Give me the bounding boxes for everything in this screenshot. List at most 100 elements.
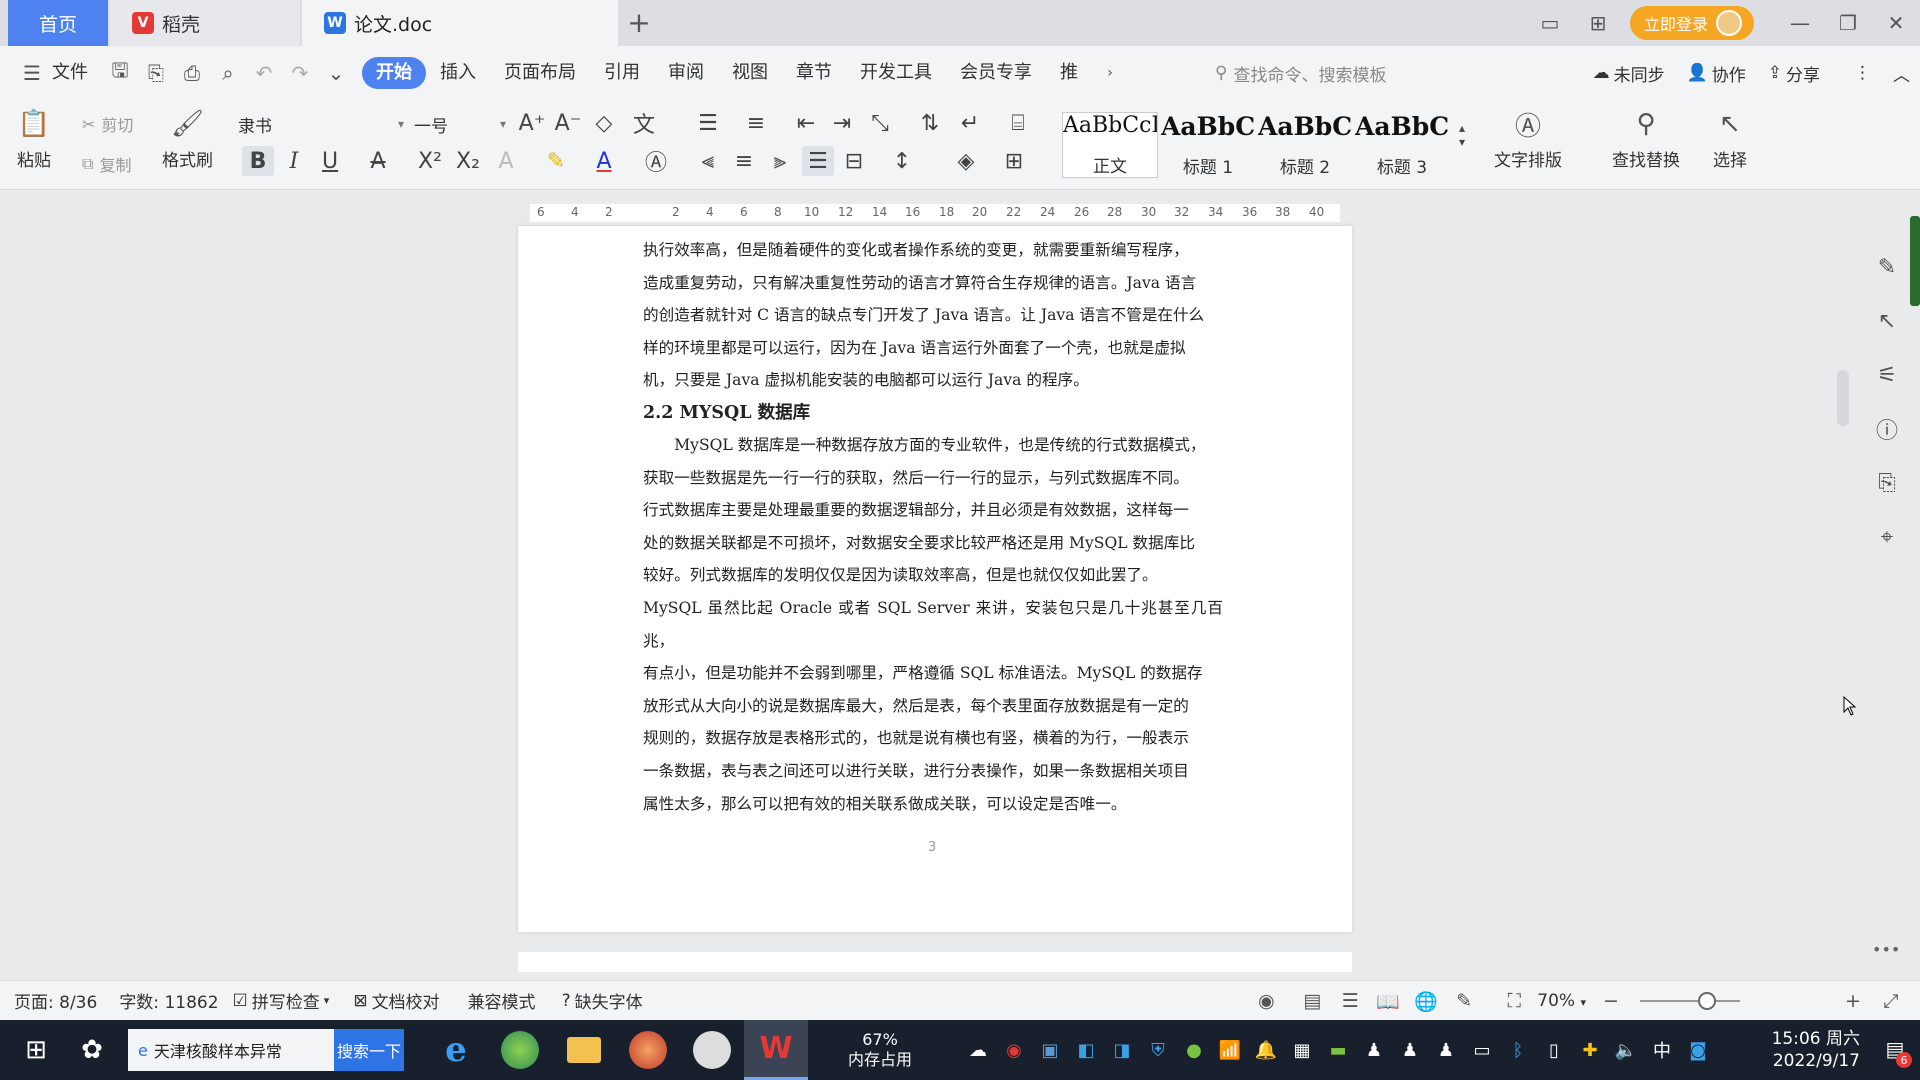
spell-check-button[interactable]: ☑ 拼写检查 ▾ — [233, 988, 330, 1014]
sliders-icon[interactable]: ⚟ — [1867, 348, 1907, 402]
more-dots-icon[interactable]: ••• — [1872, 940, 1900, 959]
increase-indent-icon[interactable]: ⇥ — [826, 108, 858, 138]
wifi-icon[interactable]: 📶 — [1212, 1020, 1248, 1080]
sort-icon[interactable]: ⇅ — [914, 108, 946, 138]
text-effect-button[interactable]: A — [490, 146, 522, 176]
collab-button[interactable]: 👤 协作 — [1687, 61, 1746, 86]
tray-app-icon[interactable]: ▦ — [1284, 1020, 1320, 1080]
document-canvas[interactable]: 执行效率高，但是随着硬件的变化或者操作系统的变更，就需要重新编写程序， 造成重复… — [0, 226, 1840, 972]
shield-icon[interactable]: ⛨ — [1140, 1020, 1176, 1080]
qq-icon[interactable]: ♟ — [1392, 1020, 1428, 1080]
bullet-list-icon[interactable]: ☰ — [692, 108, 724, 138]
underline-button[interactable]: U — [314, 146, 346, 176]
qq-icon[interactable]: ♟ — [1428, 1020, 1464, 1080]
fit-page-icon[interactable]: ⛶ — [1495, 981, 1533, 1021]
clear-format-icon[interactable]: ◇ — [588, 108, 620, 138]
pinyin-icon[interactable]: 文 — [628, 108, 660, 138]
print-preview-icon[interactable]: ⌕ — [210, 57, 246, 89]
fullscreen-icon[interactable]: ⤢ — [1872, 981, 1910, 1021]
horizontal-ruler[interactable]: 6 4 2 2 4 6 8 10 12 14 16 18 20 22 24 26… — [0, 200, 1840, 226]
document-page[interactable]: 执行效率高，但是随着硬件的变化或者操作系统的变更，就需要重新编写程序， 造成重复… — [518, 226, 1352, 932]
action-center-icon[interactable]: ▤ 6 — [1880, 1034, 1912, 1068]
tab-daoke[interactable]: V 稻壳 — [110, 0, 300, 46]
menu-file[interactable]: 文件 — [50, 57, 102, 89]
save-icon[interactable]: 🖫 — [102, 57, 138, 89]
subscript-button[interactable]: X₂ — [452, 146, 484, 176]
ie-browser-icon[interactable]: e — [424, 1020, 488, 1080]
menu-more-chevron-icon[interactable]: › — [1092, 57, 1128, 89]
menu-page-layout[interactable]: 页面布局 — [490, 57, 590, 89]
reading-view-icon[interactable]: 📖 — [1369, 981, 1407, 1021]
sync-button[interactable]: ☁ 未同步 — [1593, 61, 1665, 86]
file-explorer-icon[interactable] — [552, 1020, 616, 1080]
export-icon[interactable]: ⎘ — [138, 57, 174, 89]
highlight-icon[interactable]: ✎ — [540, 146, 572, 176]
memory-usage[interactable]: 67% 内存占用 — [838, 1030, 922, 1070]
font-name-select[interactable]: 隶书 ▾ — [232, 110, 410, 138]
menu-start[interactable]: 开始 — [362, 57, 426, 89]
missing-font-button[interactable]: ? 缺失字体 — [562, 988, 643, 1014]
italic-button[interactable]: I — [278, 146, 310, 176]
borders-icon[interactable]: ⊞ — [998, 146, 1030, 176]
taskbar-search-button[interactable]: 搜索一下 — [334, 1029, 404, 1071]
style-heading-2[interactable]: AaBbC 标题 2 — [1257, 112, 1353, 178]
close-icon[interactable]: ✕ — [1872, 0, 1920, 46]
strikethrough-button[interactable]: A — [362, 146, 394, 176]
tray-app-icon[interactable]: ✚ — [1572, 1020, 1608, 1080]
paste-button[interactable]: 📋 粘贴 — [16, 106, 52, 171]
zoom-in-icon[interactable]: + — [1834, 981, 1872, 1021]
new-tab-button[interactable]: + — [622, 6, 656, 40]
qq-icon[interactable]: ♟ — [1356, 1020, 1392, 1080]
bold-button[interactable]: B — [242, 146, 274, 176]
zoom-slider[interactable] — [1640, 992, 1740, 1010]
taskbar-search[interactable]: e 天津核酸样本异常 搜索一下 — [128, 1029, 404, 1071]
taskbar-search-input[interactable]: e 天津核酸样本异常 — [128, 1029, 334, 1071]
justify-icon[interactable]: ☰ — [802, 146, 834, 176]
styles-scroll-icon[interactable]: ▴ ▾ — [1452, 120, 1472, 150]
vertical-scrollbar[interactable] — [1832, 200, 1854, 970]
tray-app-icon[interactable]: ▬ — [1320, 1020, 1356, 1080]
restore-icon[interactable]: ❐ — [1824, 0, 1872, 46]
menu-view[interactable]: 视图 — [718, 57, 782, 89]
style-heading-1[interactable]: AaBbC 标题 1 — [1160, 112, 1256, 178]
tray-app-icon[interactable]: ● — [1176, 1020, 1212, 1080]
word-count[interactable]: 字数: 11862 — [119, 988, 218, 1013]
hamburger-menu-icon[interactable]: ☰ — [14, 57, 50, 89]
minimize-icon[interactable]: — — [1776, 0, 1824, 46]
eye-protection-icon[interactable]: ◉ — [1247, 981, 1285, 1021]
ime-indicator[interactable]: 中 — [1644, 1020, 1680, 1080]
assistant-icon[interactable]: ✿ — [64, 1020, 120, 1080]
shrink-font-icon[interactable]: A⁻ — [552, 108, 584, 138]
menu-recommend[interactable]: 推 — [1046, 57, 1092, 89]
layout-icon[interactable]: ▭ — [1526, 0, 1574, 46]
text-layout-button[interactable]: Ⓐ 文字排版 — [1494, 106, 1562, 172]
360-browser-icon[interactable] — [488, 1020, 552, 1080]
style-heading-3[interactable]: AaBbC 标题 3 — [1354, 112, 1450, 178]
decrease-indent-icon[interactable]: ⇤ — [790, 108, 822, 138]
windows-start-icon[interactable]: ⊞ — [8, 1020, 64, 1080]
numbered-list-icon[interactable]: ≡ — [740, 108, 772, 138]
distribute-icon[interactable]: ⊟ — [838, 146, 870, 176]
battery-icon[interactable]: ▭ — [1464, 1020, 1500, 1080]
menu-chapter[interactable]: 章节 — [782, 57, 846, 89]
font-color-button[interactable]: A — [588, 146, 620, 176]
next-page[interactable] — [518, 952, 1352, 972]
notification-bell-icon[interactable]: 🔔 — [1248, 1020, 1284, 1080]
collapse-ribbon-icon[interactable]: ︿ — [1893, 61, 1910, 86]
menu-references[interactable]: 引用 — [590, 57, 654, 89]
menu-member[interactable]: 会员专享 — [946, 57, 1046, 89]
tray-app-icon[interactable]: ◙ — [1680, 1020, 1716, 1080]
align-center-icon[interactable]: ≡ — [728, 146, 760, 176]
volume-icon[interactable]: 🔈 — [1608, 1020, 1644, 1080]
find-replace-button[interactable]: ⚲ 查找替换 — [1612, 106, 1680, 171]
print-icon[interactable]: ⎙ — [174, 57, 210, 89]
font-size-select[interactable]: 一号 ▾ — [410, 110, 510, 138]
write-mode-icon[interactable]: ✎ — [1445, 981, 1483, 1021]
tray-app-icon[interactable]: ◧ — [1068, 1020, 1104, 1080]
menu-insert[interactable]: 插入 — [426, 57, 490, 89]
web-view-icon[interactable]: 🌐 — [1407, 981, 1445, 1021]
menu-review[interactable]: 审阅 — [654, 57, 718, 89]
translate-icon[interactable]: ⎘ — [1867, 456, 1907, 510]
menu-developer[interactable]: 开发工具 — [846, 57, 946, 89]
help-icon[interactable]: ⓘ — [1867, 402, 1907, 456]
